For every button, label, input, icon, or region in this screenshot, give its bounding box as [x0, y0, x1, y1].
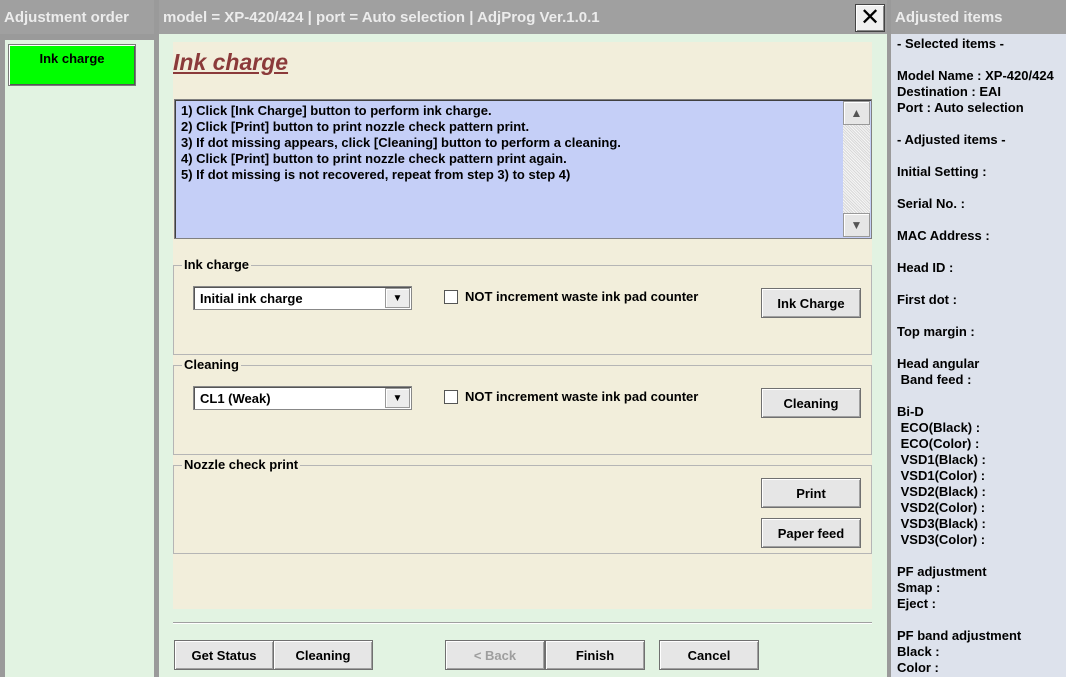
adjusted-item-line: - Selected items - [897, 36, 1004, 51]
instruction-line: 4) Click [Print] button to print nozzle … [181, 151, 567, 166]
adjusted-item-line: VSD1(Color) : [897, 468, 986, 483]
print-button[interactable]: Print [761, 478, 861, 508]
chevron-down-icon[interactable]: ▼ [385, 388, 410, 408]
adjusted-items-list: - Selected items - Model Name : XP-420/42… [897, 36, 1066, 676]
adjusted-item-line: Top margin : [897, 324, 975, 339]
adjusted-items-pane: - Selected items - Model Name : XP-420/42… [891, 34, 1066, 677]
cancel-button[interactable]: Cancel [659, 640, 759, 670]
paper-feed-button[interactable]: Paper feed [761, 518, 861, 548]
cleaning-not-increment-label: NOT increment waste ink pad counter [465, 389, 699, 404]
back-button[interactable]: < Back [445, 640, 545, 670]
ink-charge-type-value: Initial ink charge [200, 291, 303, 306]
adjusted-item-line: Head ID : [897, 260, 954, 275]
bottom-divider [173, 622, 872, 624]
adjusted-item-line: VSD2(Black) : [897, 484, 986, 499]
chevron-down-icon[interactable]: ▼ [385, 288, 410, 308]
close-button[interactable]: ✕ [855, 4, 885, 32]
adjusted-item-line [897, 52, 1066, 68]
triangle-up-icon: ▲ [850, 106, 863, 120]
adjusted-item-line [897, 612, 1066, 628]
ink-charge-not-increment-label: NOT increment waste ink pad counter [465, 289, 699, 304]
ink-charge-not-increment-checkbox[interactable] [444, 290, 458, 304]
adjusted-item-line: Smap : [897, 580, 941, 595]
ink-charge-type-select[interactable]: Initial ink charge ▼ [193, 286, 412, 310]
triangle-down-icon: ▼ [850, 218, 863, 232]
adjusted-item-line: Eject : [897, 596, 937, 611]
adjusted-item-line: MAC Address : [897, 228, 990, 243]
adjusted-item-line: Bi-D [897, 404, 924, 419]
nozzle-check-legend: Nozzle check print [182, 457, 301, 472]
adjusted-item-line: Color : [897, 660, 939, 675]
scroll-down-button[interactable]: ▼ [843, 213, 870, 237]
cleaning-type-value: CL1 (Weak) [200, 391, 271, 406]
instruction-line: 2) Click [Print] button to print nozzle … [181, 119, 530, 134]
page-title: Ink charge [173, 49, 289, 75]
adjusted-item-line [897, 388, 1066, 404]
adjusted-item-line [897, 276, 1066, 292]
adjusted-item-line: Model Name : XP-420/424 [897, 68, 1054, 83]
adjusted-item-line [897, 212, 1066, 228]
instruction-line: 1) Click [Ink Charge] button to perform … [181, 103, 492, 118]
adjusted-item-line: Initial Setting : [897, 164, 987, 179]
cleaning-button[interactable]: Cleaning [761, 388, 861, 418]
adjusted-item-line [897, 116, 1066, 132]
instructions-scrollbar[interactable]: ▲ ▼ [843, 101, 870, 237]
main-pane: Ink charge 1) Click [Ink Charge] button … [159, 34, 887, 677]
get-status-button[interactable]: Get Status [174, 640, 274, 670]
adjusted-item-line [897, 308, 1066, 324]
instruction-line: 3) If dot missing appears, click [Cleani… [181, 135, 621, 150]
adjusted-item-line: Black : [897, 644, 940, 659]
adjusted-item-line: VSD1(Black) : [897, 452, 986, 467]
adjusted-item-line [897, 244, 1066, 260]
adjustment-order-item-ink-charge[interactable]: Ink charge [8, 44, 136, 86]
cleaning-legend: Cleaning [182, 357, 241, 372]
adjusted-item-line: ECO(Black) : [897, 420, 981, 435]
adjusted-item-line: VSD3(Black) : [897, 516, 986, 531]
ink-charge-button[interactable]: Ink Charge [761, 288, 861, 318]
adjusted-item-line: Serial No. : [897, 196, 965, 211]
window-title: model = XP-420/424 | port = Auto selecti… [159, 0, 887, 34]
finish-button[interactable]: Finish [545, 640, 645, 670]
adjusted-item-line: Port : Auto selection [897, 100, 1024, 115]
adjusted-item-line: PF band adjustment [897, 628, 1022, 643]
adjusted-item-line: Destination : EAI [897, 84, 1002, 99]
nozzle-check-group: Nozzle check print Print Paper feed [173, 457, 872, 554]
cleaning-not-increment-checkbox[interactable] [444, 390, 458, 404]
adjusted-item-line: Head angular [897, 356, 980, 371]
adjustment-order-title: Adjustment order [0, 0, 154, 34]
adjusted-items-title: Adjusted items [891, 0, 1066, 34]
adjusted-item-line: - Adjusted items - [897, 132, 1006, 147]
bottom-cleaning-button[interactable]: Cleaning [273, 640, 373, 670]
ink-charge-legend: Ink charge [182, 257, 252, 272]
close-icon: ✕ [859, 4, 881, 31]
instructions-box: 1) Click [Ink Charge] button to perform … [174, 99, 872, 239]
adjusted-item-line [897, 548, 1066, 564]
ink-charge-group: Ink charge Initial ink charge ▼ NOT incr… [173, 257, 872, 355]
adjustment-order-pane: Ink charge [5, 40, 154, 677]
cleaning-group: Cleaning CL1 (Weak) ▼ NOT increment wast… [173, 357, 872, 455]
adjusted-item-line: ECO(Color) : [897, 436, 980, 451]
instruction-line: 5) If dot missing is not recovered, repe… [181, 167, 571, 182]
instructions-text: 1) Click [Ink Charge] button to perform … [181, 103, 841, 183]
adjusted-item-line [897, 340, 1066, 356]
scroll-up-button[interactable]: ▲ [843, 101, 870, 125]
adjusted-item-line: First dot : [897, 292, 957, 307]
content-area: Ink charge 1) Click [Ink Charge] button … [173, 42, 872, 609]
adjusted-item-line: PF adjustment [897, 564, 987, 579]
adjusted-item-line: Band feed : [897, 372, 972, 387]
adjusted-item-line: VSD3(Color) : [897, 532, 986, 547]
adjusted-item-line: VSD2(Color) : [897, 500, 986, 515]
adjusted-item-line [897, 180, 1066, 196]
adjusted-item-line [897, 148, 1066, 164]
cleaning-type-select[interactable]: CL1 (Weak) ▼ [193, 386, 412, 410]
